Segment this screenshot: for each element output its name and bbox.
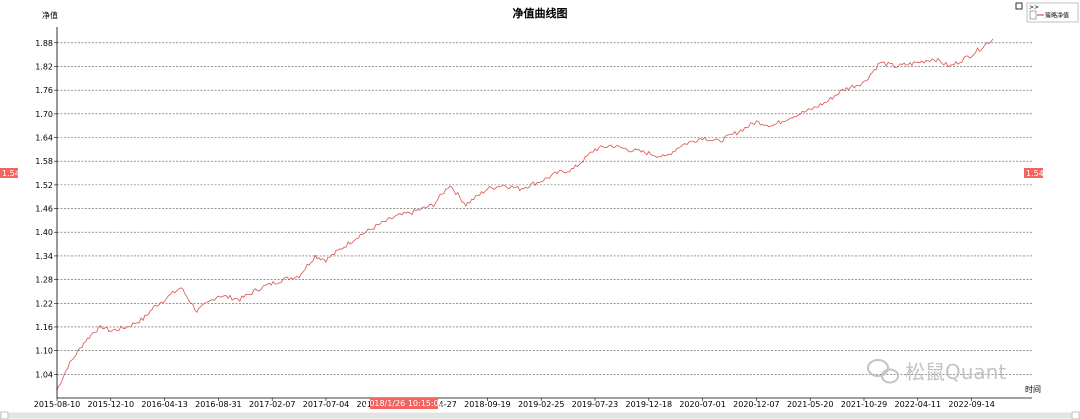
legend-item-label: 策略净值 xyxy=(1045,12,1069,20)
y-tick-label: 1.28 xyxy=(35,276,53,285)
y-marker-left: 1.54 xyxy=(0,168,20,178)
y-tick-label: 1.46 xyxy=(35,205,53,214)
y-marker-right: 1.54 xyxy=(1024,168,1044,178)
y-tick-label: 1.64 xyxy=(35,134,53,143)
x-tick-label: 2020-12-07 xyxy=(733,400,780,409)
x-tick-label: 2019-07-23 xyxy=(572,400,619,409)
y-tick-label: 1.58 xyxy=(35,157,53,166)
x-tick-label: 2015-08-10 xyxy=(34,400,81,409)
scroll-thumb[interactable] xyxy=(9,413,1071,418)
x-axis-label: 时间 xyxy=(1025,384,1041,394)
x-tick-label: 2021-05-20 xyxy=(787,400,834,409)
x-tick-label: 2021-10-29 xyxy=(841,400,888,409)
y-tick-label: 1.10 xyxy=(35,347,53,356)
y-tick-label: 1.82 xyxy=(35,62,53,71)
y-axis-ticks: 1.04 1.10 1.16 1.22 1.28 1.34 1.40 1.46 1.52 1.58… xyxy=(35,39,57,379)
grid-lines xyxy=(57,42,1032,375)
x-marker-text: 2018/1/26 10:15:00 xyxy=(364,399,444,408)
y-axis-label: 净值 xyxy=(42,10,58,20)
y-tick-label: 1.16 xyxy=(35,323,53,332)
scroll-left-button[interactable] xyxy=(0,411,9,419)
legend-expand-label[interactable]: >> xyxy=(1029,4,1039,11)
y-tick-label: 1.70 xyxy=(35,110,53,119)
x-tick-label: 2019-02-25 xyxy=(518,400,565,409)
legend-checkbox[interactable] xyxy=(1029,10,1037,20)
watermark: 松鼠Quant xyxy=(867,359,1006,384)
legend-toggle-box[interactable] xyxy=(1015,2,1023,10)
chart-title: 净值曲线图 xyxy=(513,6,568,20)
y-marker-right-text: 1.54 xyxy=(1026,169,1044,178)
horizontal-scrollbar[interactable] xyxy=(0,411,1080,419)
y-marker-left-text: 1.54 xyxy=(2,169,20,178)
x-tick-label: 2016-08-31 xyxy=(195,400,242,409)
y-tick-label: 1.22 xyxy=(35,299,53,308)
x-tick-label: 2020-07-01 xyxy=(679,400,726,409)
x-tick-label: 2015-12-10 xyxy=(88,400,135,409)
y-tick-label: 1.88 xyxy=(35,39,53,48)
x-tick-label: 2016-04-13 xyxy=(141,400,188,409)
x-axis-ticks: 2015-08-10 2015-12-10 2016-04-13 2016-08-31… xyxy=(34,398,995,409)
x-tick-label: 2022-04-11 xyxy=(895,400,942,409)
x-tick-label: 2018-09-19 xyxy=(464,400,511,409)
y-tick-label: 1.34 xyxy=(35,252,53,261)
scroll-right-button[interactable] xyxy=(1071,411,1080,419)
y-tick-label: 1.40 xyxy=(35,228,53,237)
x-marker: 2018/1/26 10:15:00 xyxy=(364,398,444,409)
y-tick-label: 1.52 xyxy=(35,181,53,190)
y-tick-label: 1.76 xyxy=(35,86,53,95)
nav-chart: 1.04 1.10 1.16 1.22 1.28 1.34 1.40 1.46 1.52 1.58… xyxy=(0,2,1080,419)
wechat-icon xyxy=(867,359,899,384)
y-tick-label: 1.04 xyxy=(35,370,53,379)
x-tick-label: 2017-07-04 xyxy=(303,400,350,409)
legend[interactable]: >> 策略净值 xyxy=(1026,2,1079,23)
x-tick-label: 2017-02-07 xyxy=(249,400,296,409)
watermark-text: 松鼠Quant xyxy=(905,360,1006,384)
x-tick-label: 2019-12-18 xyxy=(626,400,673,409)
x-tick-label: 2022-09-14 xyxy=(948,400,995,409)
series-line-strategy-nav xyxy=(56,38,994,391)
